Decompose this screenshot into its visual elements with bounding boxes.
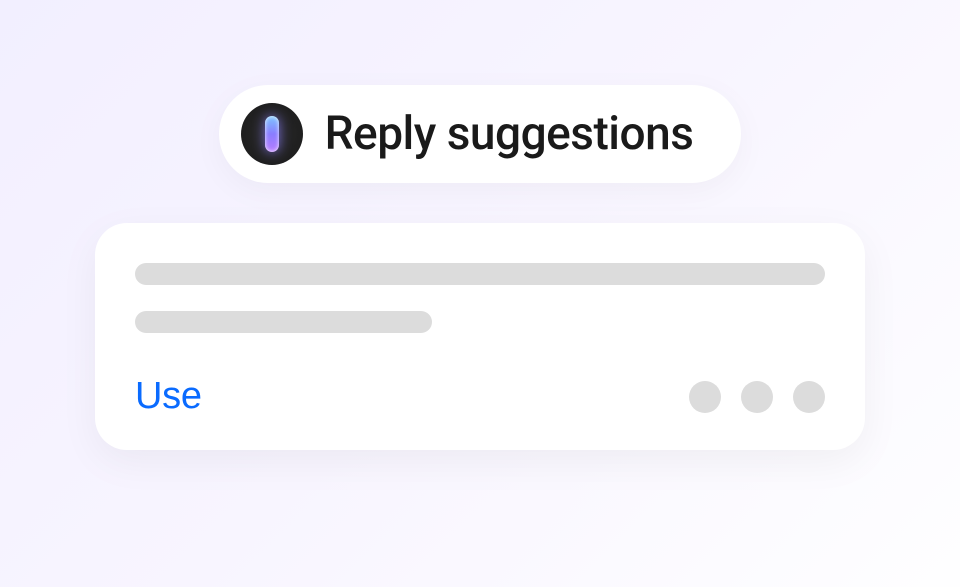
pagination-dot[interactable] xyxy=(793,381,825,413)
pagination-dot[interactable] xyxy=(689,381,721,413)
suggestion-text-placeholder-line xyxy=(135,263,825,285)
ai-glow-pill-icon xyxy=(265,116,279,152)
ai-assistant-icon xyxy=(241,103,303,165)
use-button[interactable]: Use xyxy=(135,375,202,418)
pagination-dots xyxy=(689,381,825,413)
header-title: Reply suggestions xyxy=(325,107,694,161)
card-footer: Use xyxy=(135,375,825,418)
suggestion-card: Use xyxy=(95,223,865,450)
reply-suggestions-header: Reply suggestions xyxy=(219,85,742,183)
pagination-dot[interactable] xyxy=(741,381,773,413)
suggestion-text-placeholder-line xyxy=(135,311,432,333)
